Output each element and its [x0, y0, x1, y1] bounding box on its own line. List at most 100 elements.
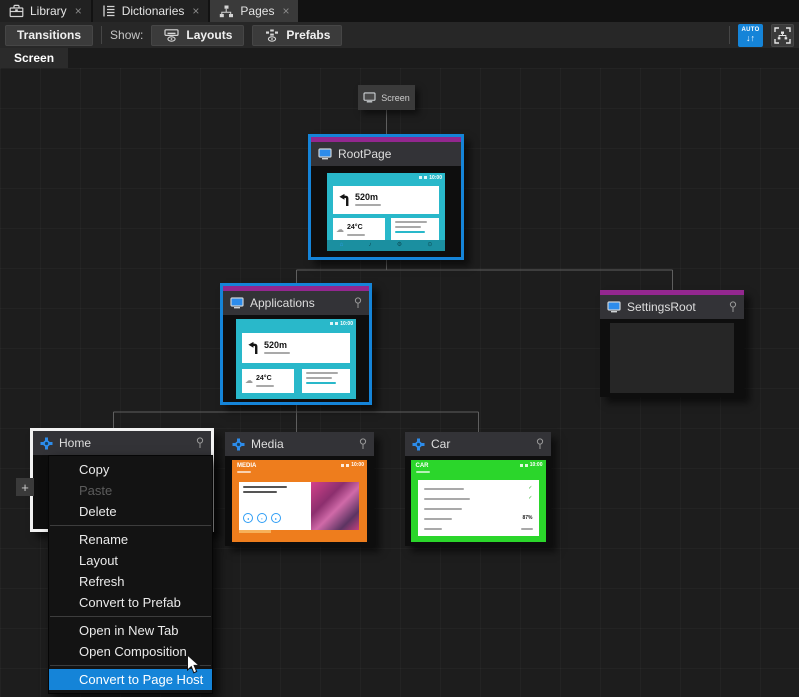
page-icon [40, 437, 53, 450]
node-header: RootPage [311, 142, 461, 166]
tab-pages[interactable]: Pages × [210, 0, 298, 22]
pin-icon[interactable] [196, 437, 204, 449]
home-icon: ⌂ [340, 242, 344, 248]
node-settingsroot[interactable]: SettingsRoot [600, 290, 744, 397]
auto-layout-button[interactable]: AUTO ↓↑ [738, 24, 763, 47]
gear-icon: ⚙ [397, 242, 402, 248]
node-label: Media [251, 437, 353, 451]
node-label: Home [59, 436, 190, 450]
pause-icon: ▪ [257, 513, 267, 523]
menu-item-paste[interactable]: Paste [49, 480, 212, 501]
previous-icon: ◂ [243, 513, 253, 523]
pages-icon [219, 5, 234, 18]
settingsroot-thumbnail [610, 323, 734, 393]
show-label: Show: [110, 28, 143, 42]
thumb-weather-card: ☁ 24°C [333, 218, 385, 242]
layouts-toggle-button[interactable]: Layouts [151, 25, 244, 46]
thumb-statusbar: 10:00 [341, 462, 364, 468]
page-graph-canvas[interactable]: Screen RootPage 10:00 520m [0, 68, 799, 697]
page-icon [232, 438, 245, 451]
fit-tree-icon [774, 27, 791, 44]
node-rootpage[interactable]: RootPage 10:00 520m ☁ 24°C [308, 134, 464, 260]
menu-item-copy[interactable]: Copy [49, 459, 212, 480]
pin-icon[interactable] [536, 438, 544, 450]
breadcrumb[interactable]: Screen [0, 48, 68, 68]
node-header: Home [33, 431, 211, 455]
library-icon [9, 4, 24, 18]
prefabs-label: Prefabs [286, 28, 330, 42]
breadcrumb-label: Screen [14, 51, 54, 65]
thumb-navigation-card: 520m [333, 186, 439, 214]
tab-label: Dictionaries [122, 4, 185, 18]
node-thumbnail-area [600, 319, 744, 397]
thumb-statusbar: 10:00 [419, 175, 442, 181]
add-page-button[interactable]: + [16, 478, 34, 496]
menu-separator [50, 616, 211, 617]
tab-strip: Library × Dictionaries × Pages × [0, 0, 799, 22]
cloud-icon: ☁ [336, 226, 344, 234]
breadcrumb-bar: Screen [0, 48, 799, 68]
thumb-navigation-card: 520m [242, 333, 350, 363]
check-icon: ✓ [528, 486, 532, 491]
node-thumbnail-area: MEDIA 10:00 ◂ ▪ ▸ [225, 456, 374, 546]
thumb-statusbar: 10:00 [520, 462, 543, 468]
monitor-icon [230, 297, 244, 309]
toolbar-divider [101, 26, 102, 44]
menu-item-open-in-new-tab[interactable]: Open in New Tab [49, 620, 212, 641]
thumb-energy-value: 87% [522, 516, 532, 521]
thumb-time: 10:00 [340, 321, 353, 327]
thumb-time: 10:00 [530, 462, 543, 468]
thumb-info-card [391, 218, 439, 242]
thumb-player-controls: ◂ ▪ ▸ [243, 513, 307, 523]
plus-icon: + [21, 480, 29, 495]
tab-dictionaries[interactable]: Dictionaries × [93, 0, 209, 22]
node-media[interactable]: Media MEDIA 10:00 ◂ ▪ ▸ [225, 432, 374, 546]
pin-icon[interactable] [359, 438, 367, 450]
monitor-icon [318, 148, 332, 160]
turn-left-arrow-icon [247, 341, 259, 355]
layouts-eye-icon [163, 29, 180, 42]
close-icon[interactable]: × [192, 5, 199, 17]
node-label: RootPage [338, 147, 454, 161]
media-thumbnail: MEDIA 10:00 ◂ ▪ ▸ [232, 460, 367, 542]
menu-separator [50, 525, 211, 526]
thumb-album-art [311, 482, 359, 530]
close-icon[interactable]: × [282, 5, 289, 17]
layouts-label: Layouts [186, 28, 232, 42]
check-icon: ✓ [528, 496, 532, 501]
monitor-icon [607, 301, 621, 313]
node-screen[interactable]: Screen [358, 85, 415, 110]
transitions-button[interactable]: Transitions [5, 25, 93, 46]
page-icon [412, 438, 425, 451]
menu-item-refresh[interactable]: Refresh [49, 571, 212, 592]
car-thumbnail: CAR 10:00 ✓ ✓ 87% [411, 460, 546, 542]
node-car[interactable]: Car CAR 10:00 ✓ ✓ 87% [405, 432, 551, 546]
node-label: Screen [381, 93, 410, 103]
thumb-info-card [302, 369, 350, 393]
thumb-weather-card: ☁ 24°C [242, 369, 294, 393]
menu-item-convert-to-prefab[interactable]: Convert to Prefab [49, 592, 212, 613]
menu-item-layout[interactable]: Layout [49, 550, 212, 571]
thumb-distance: 520m [355, 193, 381, 202]
node-header: Applications [223, 291, 369, 315]
thumb-temperature: 24°C [256, 375, 274, 383]
toolbar-divider [729, 26, 730, 44]
pin-icon[interactable] [354, 297, 362, 309]
pages-editor-window: Library × Dictionaries × Pages × Transit… [0, 0, 799, 697]
menu-item-delete[interactable]: Delete [49, 501, 212, 522]
pin-icon[interactable] [729, 301, 737, 313]
node-label: Car [431, 437, 530, 451]
close-icon[interactable]: × [75, 5, 82, 17]
thumb-title: MEDIA [237, 463, 256, 473]
node-thumbnail-area: 10:00 520m ☁ 24°C [311, 166, 461, 257]
fit-to-view-button[interactable] [771, 24, 794, 47]
prefabs-eye-icon [264, 29, 280, 42]
thumb-status-card: ✓ ✓ 87% [418, 480, 539, 536]
rootpage-thumbnail: 10:00 520m ☁ 24°C [327, 173, 445, 251]
turn-left-arrow-icon [338, 193, 350, 207]
menu-item-rename[interactable]: Rename [49, 529, 212, 550]
thumb-track-card: ◂ ▪ ▸ [239, 482, 311, 530]
prefabs-toggle-button[interactable]: Prefabs [252, 25, 342, 46]
tab-library[interactable]: Library × [0, 0, 91, 22]
node-applications[interactable]: Applications 10:00 520m ☁ [220, 283, 372, 405]
